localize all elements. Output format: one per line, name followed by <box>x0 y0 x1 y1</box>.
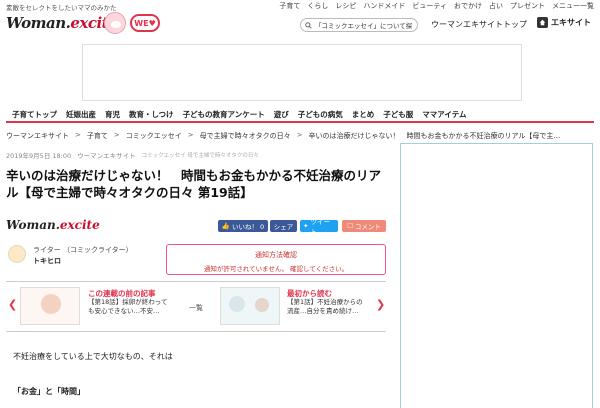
first-article-desc[interactable]: 【第1話】不妊治療からの流産…自分を責め続け… <box>287 298 367 316</box>
chevron-left-icon[interactable]: ❮ <box>8 298 17 311</box>
category-tab[interactable]: 子どもの教育アンケート <box>183 109 265 120</box>
logo-main: Woman. <box>6 14 71 32</box>
category-tab[interactable]: 育児 <box>105 109 120 120</box>
comment-button[interactable]: ☐ コメント <box>342 220 386 232</box>
article-paragraph: 「お金」と「時間」 <box>13 387 85 396</box>
top-links: 子育て くらし レシピ ハンドメイド ビューティ おでかけ 占い プレゼント メ… <box>279 1 594 11</box>
series-list-link[interactable]: 一覧 <box>189 303 203 313</box>
heart-icon: ♥ <box>148 18 156 28</box>
comment-icon: ☐ <box>347 222 353 230</box>
category-tab[interactable]: 妊娠出産 <box>66 109 96 120</box>
divider <box>6 331 386 332</box>
top-link[interactable]: ビューティ <box>412 1 447 11</box>
writer-role: ライター （コミックライター） <box>33 246 133 254</box>
breadcrumb: ウーマンエキサイト > 子育て > コミックエッセイ > 母で主婦で時々オタクの日々 >… <box>6 131 560 141</box>
logo-accent: excite <box>59 218 100 232</box>
search-input[interactable] <box>315 21 413 29</box>
we-badge-label: WE <box>134 18 149 28</box>
first-article-thumbnail[interactable] <box>220 287 280 325</box>
comment-label: コメント <box>354 223 381 231</box>
writer-avatar[interactable] <box>8 245 26 263</box>
category-tab[interactable]: 子どもの病気 <box>298 109 343 120</box>
woman-excite-top-link[interactable]: ウーマンエキサイトトップ <box>431 19 527 30</box>
category-tab[interactable]: 子ども服 <box>383 109 413 120</box>
prev-article-desc[interactable]: 【第18話】採卵が終わっても安心できない…不安… <box>88 298 168 316</box>
mascot-icon <box>104 12 126 34</box>
chevron-right-icon[interactable]: ❯ <box>376 298 385 311</box>
top-link[interactable]: くらし <box>307 1 328 11</box>
twitter-button[interactable]: ✦ ツイート <box>300 218 338 236</box>
tagline: 素敵をセレクトをしたいママのみかた <box>6 4 117 12</box>
category-tab[interactable]: 教育・しつけ <box>129 109 174 120</box>
notice-title: 通知方法確認 <box>255 251 297 259</box>
logo-main: Woman. <box>6 218 60 232</box>
ad-banner[interactable] <box>82 44 522 101</box>
excite-home-link[interactable]: エキサイト <box>537 17 591 28</box>
series-label: コミックエッセイ 母で主婦で時々オタクの日々 <box>141 153 259 159</box>
we-badge[interactable]: WE ♥ <box>130 14 160 32</box>
writer-name[interactable]: トキヒロ <box>33 256 61 266</box>
top-link[interactable]: 子育て <box>279 1 300 11</box>
prev-article-thumbnail[interactable] <box>20 287 80 325</box>
article-logo: Woman.excite <box>6 218 100 232</box>
category-tab[interactable]: 子育てトップ <box>12 109 57 120</box>
divider <box>6 281 386 282</box>
category-tab[interactable]: まとめ <box>352 109 375 120</box>
chevron-right-icon: > <box>75 131 81 139</box>
breadcrumb-current: 辛いのは治療だけじゃない！ 時間もお金もかかる不妊治療のリアル【母で主… <box>308 132 561 140</box>
category-tab[interactable]: 遊び <box>274 109 289 120</box>
share-label: シェア <box>273 223 294 231</box>
category-nav: 子育てトップ 妊娠出産 育児 教育・しつけ 子どもの教育アンケート 遊び 子ども… <box>6 107 594 123</box>
breadcrumb-item[interactable]: 母で主婦で時々オタクの日々 <box>200 131 291 141</box>
top-link[interactable]: プレゼント <box>510 1 545 11</box>
site-logo[interactable]: Woman.excite <box>6 14 118 32</box>
chevron-right-icon: > <box>187 131 194 139</box>
top-link[interactable]: 占い <box>489 1 503 11</box>
facebook-share-button[interactable]: シェア <box>270 220 297 232</box>
sidebar-ad-frame[interactable] <box>400 143 593 408</box>
tweet-label: ツイート <box>310 218 330 236</box>
publish-date: 2019年9月5日 18:00 <box>6 152 72 160</box>
top-link[interactable]: おでかけ <box>454 1 482 11</box>
like-label: いいね！ 0 <box>231 223 265 231</box>
category-tab[interactable]: ママアイテム <box>422 109 466 120</box>
source-label[interactable]: ウーマンエキサイト <box>77 150 136 160</box>
notification-notice[interactable]: 通知方法確認 通知が許可されていません。 確認してください。 <box>166 244 386 275</box>
chevron-right-icon: > <box>113 131 120 139</box>
home-icon <box>537 17 548 28</box>
top-link[interactable]: ハンドメイド <box>363 1 405 11</box>
search-box[interactable] <box>300 18 418 32</box>
excite-home-label: エキサイト <box>551 18 591 27</box>
facebook-like-button[interactable]: 👍 いいね！ 0 <box>218 220 268 232</box>
article-paragraph: 不妊治療をしている上で大切なもの、それは <box>13 352 173 361</box>
chevron-right-icon: > <box>296 131 303 139</box>
breadcrumb-item[interactable]: コミックエッセイ <box>126 131 182 141</box>
notice-desc: 通知が許可されていません。 確認してください。 <box>203 265 349 273</box>
breadcrumb-item[interactable]: 子育て <box>87 131 108 141</box>
breadcrumb-item[interactable]: ウーマンエキサイト <box>6 131 69 141</box>
search-icon <box>305 21 312 29</box>
article-meta: 2019年9月5日 18:00 ウーマンエキサイト コミックエッセイ 母で主婦で… <box>6 150 259 160</box>
thumbs-up-icon: 👍 <box>221 222 230 230</box>
bird-icon: ✦ <box>303 222 309 230</box>
top-link[interactable]: メニュー一覧 <box>552 1 594 11</box>
article-title: 辛いのは治療だけじゃない！ 時間もお金もかかる不妊治療のリアル【母で主婦で時々オ… <box>6 168 382 200</box>
top-link[interactable]: レシピ <box>335 1 356 11</box>
